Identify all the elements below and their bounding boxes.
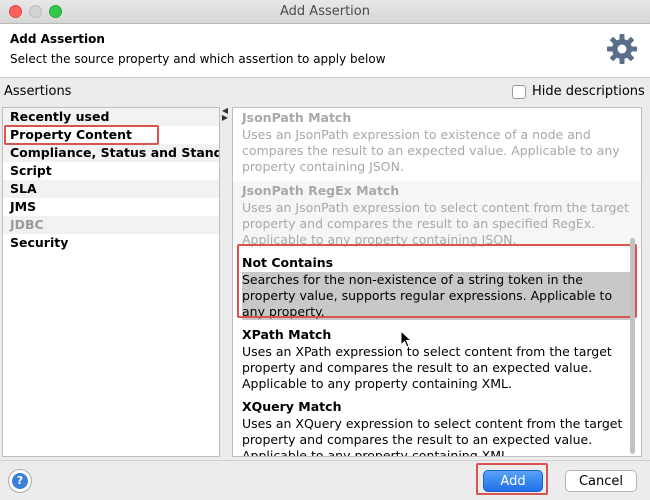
category-item[interactable]: Compliance, Status and Stand… bbox=[3, 144, 219, 162]
hide-descriptions-label: Hide descriptions bbox=[532, 84, 645, 99]
pane-splitter[interactable]: ◀ ▶ bbox=[221, 107, 229, 457]
hide-descriptions-toggle[interactable]: Hide descriptions bbox=[512, 84, 645, 99]
assertion-item[interactable]: XPath Match Uses an XPath expression to … bbox=[233, 325, 641, 392]
category-label: Recently used bbox=[10, 109, 110, 124]
category-item[interactable]: Security bbox=[3, 234, 219, 252]
cancel-button[interactable]: Cancel bbox=[565, 470, 637, 492]
category-list: Recently used Property Content Complianc… bbox=[2, 107, 220, 457]
assertion-description: Uses an XQuery expression to select cont… bbox=[242, 416, 623, 457]
dialog-header: Add Assertion Select the source property… bbox=[0, 24, 650, 78]
category-item[interactable]: SLA bbox=[3, 180, 219, 198]
hide-descriptions-checkbox[interactable] bbox=[512, 84, 526, 99]
category-item: JDBC bbox=[3, 216, 219, 234]
category-item[interactable]: Recently used bbox=[3, 108, 219, 126]
category-label: Script bbox=[10, 163, 52, 178]
assertion-scrollbar[interactable] bbox=[630, 238, 635, 454]
category-highlight-box bbox=[4, 125, 159, 145]
assertion-description: Uses an XPath expression to select conte… bbox=[242, 344, 612, 391]
assertion-description: Uses an JsonPath expression to select co… bbox=[242, 200, 630, 247]
category-label: JMS bbox=[10, 199, 37, 214]
assertion-name: JsonPath Match bbox=[242, 110, 352, 125]
assertion-name: XQuery Match bbox=[242, 399, 342, 414]
assertion-name: JsonPath RegEx Match bbox=[242, 183, 400, 198]
help-icon: ? bbox=[12, 473, 28, 489]
gear-icon bbox=[607, 34, 637, 64]
category-label: Compliance, Status and Stand… bbox=[10, 145, 219, 160]
assertion-highlight-box bbox=[237, 244, 637, 318]
category-label: Security bbox=[10, 235, 69, 250]
help-button[interactable]: ? bbox=[8, 469, 32, 493]
title-bar: Add Assertion bbox=[0, 0, 650, 24]
mouse-cursor-icon bbox=[400, 330, 412, 348]
header-subtitle: Select the source property and which ass… bbox=[10, 52, 386, 66]
assertion-name: XPath Match bbox=[242, 327, 332, 342]
window-title: Add Assertion bbox=[280, 4, 370, 19]
assertion-item[interactable]: XQuery Match Uses an XQuery expression t… bbox=[233, 397, 641, 457]
header-title: Add Assertion bbox=[10, 32, 105, 46]
expand-right-icon[interactable]: ▶ bbox=[221, 114, 229, 122]
assertions-label: Assertions bbox=[4, 84, 72, 99]
category-item[interactable]: JMS bbox=[3, 198, 219, 216]
add-button-highlight-box bbox=[476, 463, 548, 495]
assertion-description: Uses an JsonPath expression to existence… bbox=[242, 127, 620, 174]
category-label: JDBC bbox=[10, 217, 44, 232]
assertion-item: JsonPath RegEx Match Uses an JsonPath ex… bbox=[233, 181, 641, 248]
dialog-footer: ? bbox=[0, 460, 650, 500]
category-label: SLA bbox=[10, 181, 37, 196]
assertion-item: JsonPath Match Uses an JsonPath expressi… bbox=[233, 108, 641, 175]
category-item[interactable]: Script bbox=[3, 162, 219, 180]
